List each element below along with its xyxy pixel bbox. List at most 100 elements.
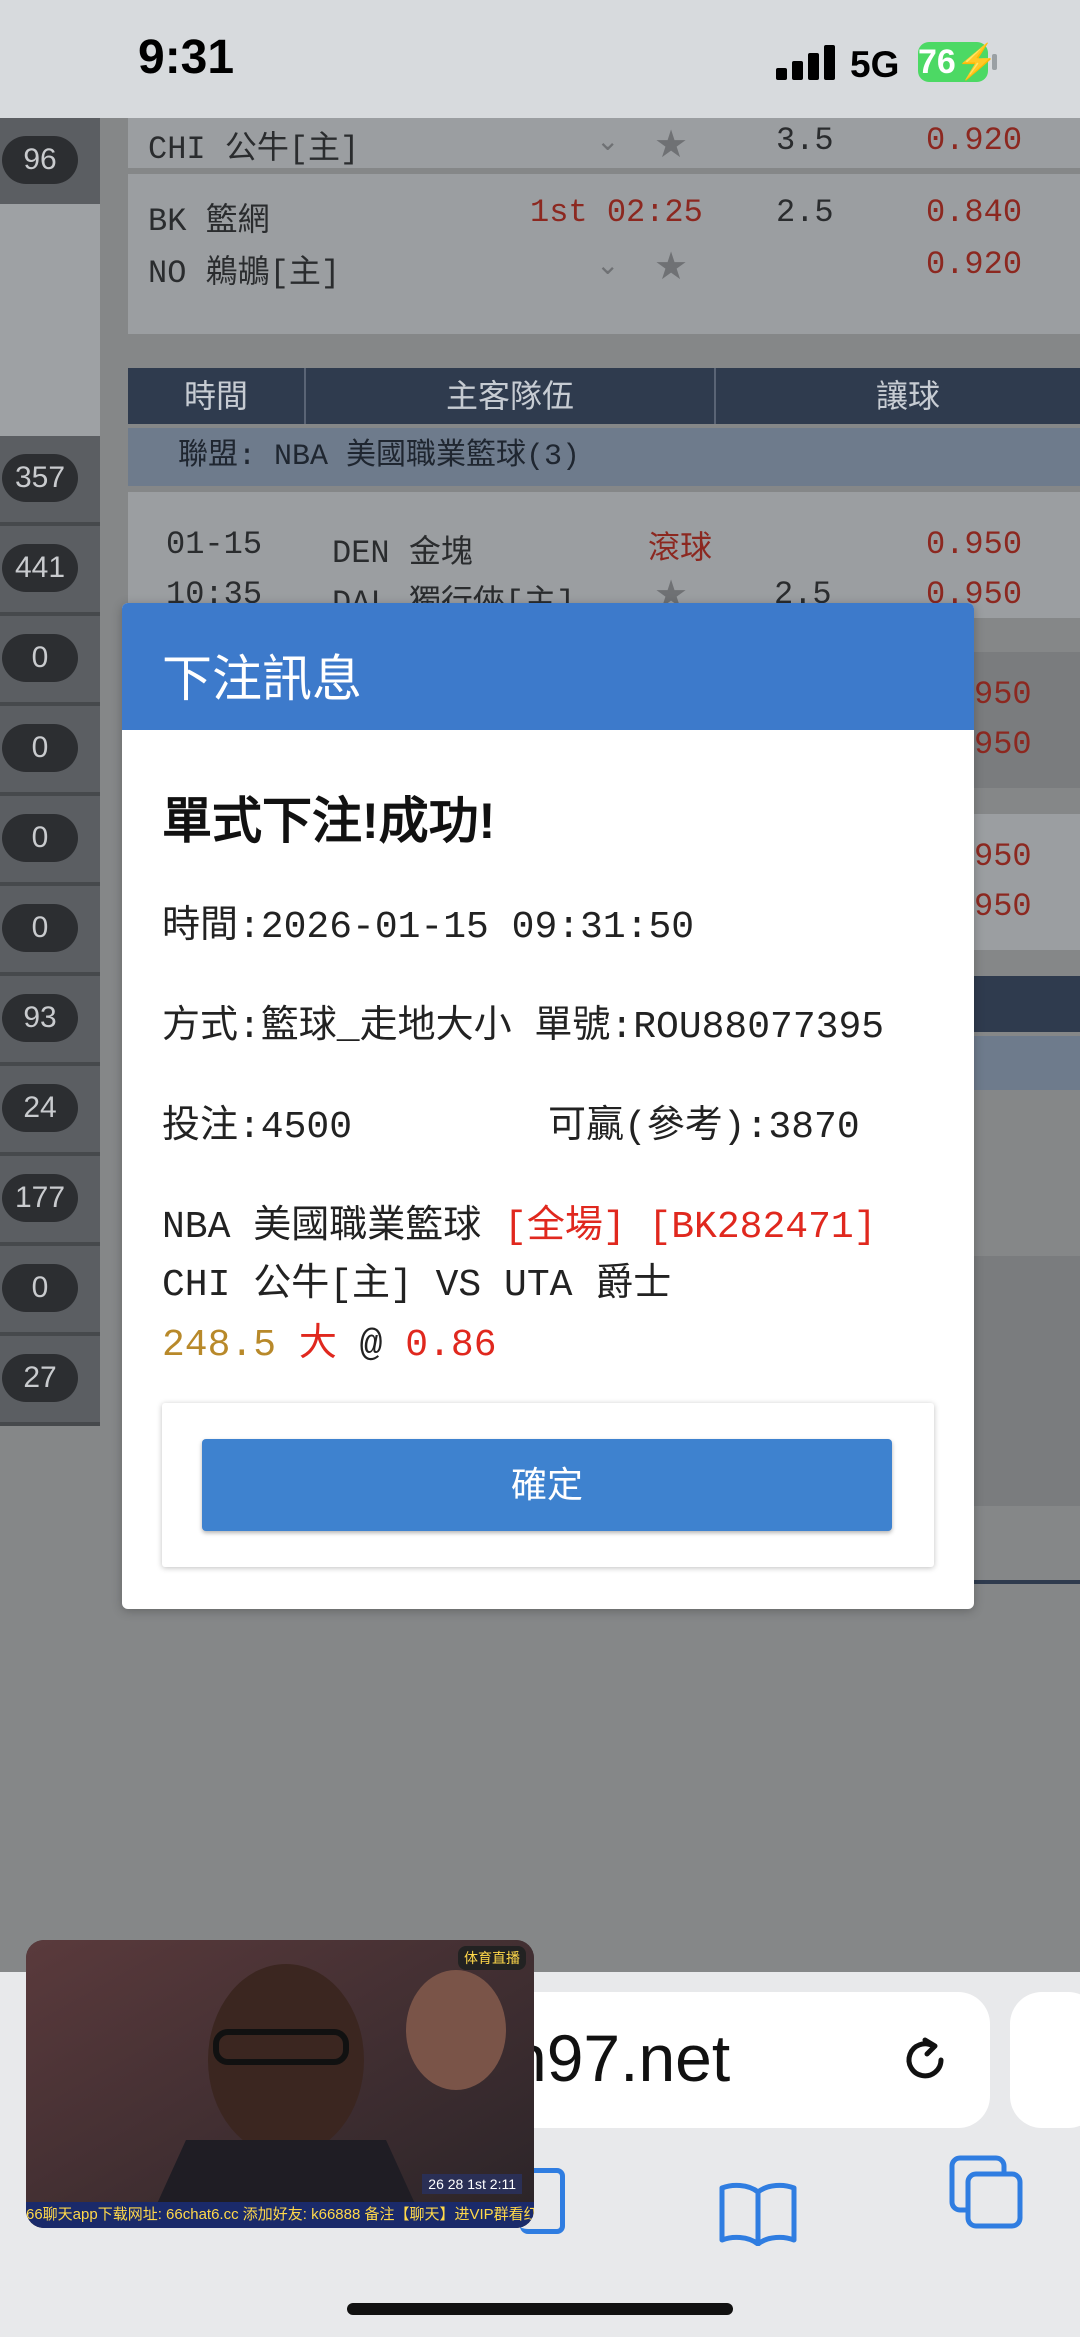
bet-odds: 0.86 <box>405 1324 497 1367</box>
count-badge: 0 <box>2 904 78 952</box>
count-badge: 0 <box>2 724 78 772</box>
odds-value[interactable]: 0.950 <box>926 526 1022 563</box>
bet-time: 時間:2026-01-15 09:31:50 <box>162 906 695 949</box>
at-sign: @ <box>359 1324 383 1367</box>
total-line: 248.5 <box>162 1324 277 1367</box>
count-cell[interactable]: 93 <box>0 976 100 1066</box>
live-time: 1st 02:25 <box>530 194 703 231</box>
pip-scoreboard: 26 28 1st 2:11 <box>422 2174 522 2194</box>
count-badge: 0 <box>2 814 78 862</box>
count-cell[interactable]: 357 <box>0 436 100 526</box>
confirm-button[interactable]: 確定 <box>202 1439 892 1531</box>
chevron-down-icon[interactable]: ⌄ <box>596 248 619 281</box>
match-row-partial[interactable]: CHI 公牛[主] ⌄ ★ 3.5 0.920 <box>128 118 1080 168</box>
table-header: 時間 主客隊伍 讓球 <box>128 368 1080 424</box>
line-value: 2.5 <box>776 194 834 231</box>
matchup: CHI 公牛[主] VS UTA 爵士 <box>162 1264 672 1307</box>
period: [全場] <box>504 1206 626 1249</box>
next-tab-pill[interactable] <box>1010 1992 1080 2128</box>
count-cell[interactable]: 96 <box>0 118 100 208</box>
blank-cell <box>0 204 100 288</box>
count-cell[interactable]: 0 <box>0 706 100 796</box>
blank-cell <box>0 284 100 368</box>
bet-detail-line1: NBA 美國職業籃球 [全場] [BK282471] <box>162 1193 877 1249</box>
table-header-edge <box>974 976 1080 1032</box>
address-bar[interactable]: n97.net <box>470 1992 990 2128</box>
count-cell[interactable]: 0 <box>0 616 100 706</box>
star-icon[interactable]: ★ <box>654 244 688 289</box>
pip-logo: 体育直播 <box>458 1946 526 1970</box>
league-name: NBA 美國職業籃球 <box>162 1206 482 1249</box>
bookmarks-icon[interactable] <box>718 2180 798 2246</box>
count-cell[interactable]: 27 <box>0 1336 100 1426</box>
odds-value[interactable]: 950 <box>974 838 1032 875</box>
home-indicator[interactable] <box>347 2303 733 2315</box>
col-time: 時間 <box>184 378 249 414</box>
dialog-title: 下注訊息 <box>162 651 362 707</box>
over-label: 大 <box>298 1324 337 1367</box>
count-cell[interactable]: 24 <box>0 1066 100 1156</box>
odds-value[interactable]: 950 <box>974 726 1032 763</box>
odds-value[interactable]: 950 <box>974 888 1032 925</box>
col-handicap: 讓球 <box>876 378 941 414</box>
count-badge: 96 <box>2 136 78 184</box>
battery-icon: 76⚡ <box>918 42 999 82</box>
bet-id: [BK282471] <box>648 1206 877 1249</box>
network-type: 5G <box>850 44 900 85</box>
tabs-icon[interactable] <box>946 2152 1026 2232</box>
battery-tip <box>992 54 997 70</box>
league-name: 聯盟: NBA 美國職業籃球(3) <box>178 440 581 474</box>
count-cell[interactable]: 0 <box>0 886 100 976</box>
bet-selection: 248.5 大 @ 0.86 <box>162 1311 497 1367</box>
count-badge: 357 <box>2 454 78 502</box>
count-badge: 24 <box>2 1084 78 1132</box>
pip-caption: 66聊天app下载网址: 66chat6.cc 添加好友: k66888 备注【… <box>26 2202 534 2228</box>
chevron-down-icon[interactable]: ⌄ <box>596 124 619 157</box>
status-bar: 9:31 5G 76⚡ <box>0 0 1080 118</box>
signal-icon <box>776 44 836 80</box>
star-icon[interactable]: ★ <box>654 122 688 167</box>
col-teams: 主客隊伍 <box>446 378 575 414</box>
team-home: NO 鵜鶘[主] <box>148 255 341 292</box>
count-badge: 27 <box>2 1354 78 1402</box>
divider <box>974 1580 1080 1584</box>
live-badge: 滾球 <box>648 529 713 565</box>
team-name: CHI 公牛[主] <box>148 131 360 168</box>
count-badge: 441 <box>2 544 78 592</box>
league-bar[interactable]: 聯盟: NBA 美國職業籃球(3) <box>128 428 1080 486</box>
clock: 9:31 <box>138 31 235 84</box>
count-badge: 93 <box>2 994 78 1042</box>
picture-in-picture-video[interactable]: 体育直播 26 28 1st 2:11 66聊天app下载网址: 66chat6… <box>26 1940 534 2228</box>
side-odds-block: 950 950 <box>974 814 1080 950</box>
match-date: 01-15 <box>166 526 263 563</box>
match-row[interactable]: BK 籃網 NO 鵜鶘[主] 1st 02:25 ⌄ ★ 2.5 0.840 0… <box>128 174 1080 334</box>
match-row[interactable]: 01-15 10:35 DEN 金塊 DAL 獨行俠[主] 滾球 ★ 2.5 0… <box>128 492 1080 622</box>
row-edge <box>974 1256 1080 1506</box>
count-cell[interactable]: 0 <box>0 796 100 886</box>
count-badge: 0 <box>2 1264 78 1312</box>
potential-win: 可贏(參考):3870 <box>548 1106 860 1149</box>
odds-value[interactable]: 950 <box>974 676 1032 713</box>
odds-value[interactable]: 0.920 <box>926 246 1022 283</box>
success-message: 單式下注!成功! <box>162 793 496 849</box>
count-badge: 0 <box>2 634 78 682</box>
odds-value[interactable]: 0.920 <box>926 122 1022 159</box>
button-container: 確定 <box>162 1403 934 1567</box>
reload-icon[interactable] <box>895 2030 955 2090</box>
bet-type-and-id: 方式:籃球_走地大小 單號:ROU88077395 <box>162 1006 885 1049</box>
bet-info-dialog: 下注訊息 單式下注!成功! 時間:2026-01-15 09:31:50 方式:… <box>122 603 974 1609</box>
battery-level: 76 <box>918 43 956 81</box>
left-count-column: 96 357 441 0 0 0 0 93 24 177 0 27 <box>0 118 100 1426</box>
team-away: BK 籃網 <box>148 203 270 240</box>
count-cell[interactable]: 441 <box>0 526 100 616</box>
team-away: DEN 金塊 <box>332 535 473 572</box>
url-text: n97.net <box>510 2021 731 2095</box>
side-odds-block: 950 950 <box>974 652 1080 788</box>
count-badge: 177 <box>2 1174 78 1222</box>
count-cell[interactable]: 177 <box>0 1156 100 1246</box>
line-value: 3.5 <box>776 122 834 159</box>
count-cell[interactable]: 0 <box>0 1246 100 1336</box>
stake-amount: 投注:4500 <box>162 1106 353 1149</box>
odds-value[interactable]: 0.840 <box>926 194 1022 231</box>
dialog-header: 下注訊息 <box>122 603 974 730</box>
